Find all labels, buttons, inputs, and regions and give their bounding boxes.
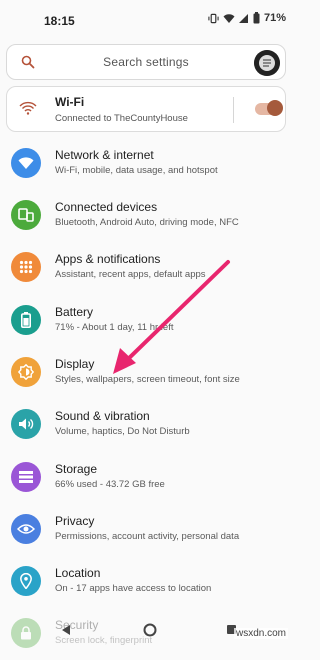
settings-item-title: Battery: [55, 305, 94, 319]
profile-picture-icon: [254, 50, 280, 76]
wifi-icon: [18, 156, 34, 169]
search-placeholder: Search settings: [103, 55, 189, 69]
volume-icon: [19, 418, 34, 430]
settings-item-title: Apps & notifications: [55, 252, 161, 266]
settings-item-battery[interactable]: Battery 71% - About 1 day, 11 hr left: [0, 295, 300, 347]
status-bar: 18:15 71%: [0, 0, 300, 40]
settings-item-subtitle: 66% used - 43.72 GB free: [55, 479, 165, 490]
wifi-toggle[interactable]: [255, 100, 283, 116]
location-icon-circle: [11, 566, 41, 596]
wifi-quick-card[interactable]: Wi-Fi Connected to TheCountyHouse: [6, 86, 286, 132]
settings-item-title: Storage: [55, 462, 98, 476]
settings-item-subtitle: Assistant, recent apps, default apps: [55, 269, 206, 280]
settings-item-title: Connected devices: [55, 200, 158, 214]
settings-item-title: Network & internet: [55, 148, 154, 162]
settings-item-location[interactable]: Location On - 17 apps have access to loc…: [0, 556, 300, 608]
settings-item-network[interactable]: Network & internet Wi-Fi, mobile, data u…: [0, 138, 300, 190]
back-icon[interactable]: [60, 624, 72, 636]
settings-item-display[interactable]: Display Styles, wallpapers, screen timeo…: [0, 347, 300, 399]
vibrate-icon: [208, 13, 219, 23]
status-time: 18:15: [44, 14, 75, 28]
settings-item-subtitle: Permissions, account activity, personal …: [55, 531, 240, 542]
watermark-text: wsxdn.com: [233, 628, 288, 639]
avatar[interactable]: [254, 50, 280, 76]
devices-icon: [18, 208, 34, 222]
apps-icon: [19, 260, 33, 274]
cell-signal-icon: [238, 13, 248, 23]
battery-icon: [21, 312, 31, 328]
home-icon[interactable]: [143, 623, 157, 637]
storage-icon: [19, 471, 33, 483]
wifi-subtitle: Connected to TheCountyHouse: [55, 113, 188, 124]
settings-item-subtitle: Styles, wallpapers, screen timeout, font…: [55, 374, 240, 385]
settings-item-title: Sound & vibration: [55, 409, 150, 423]
settings-item-subtitle: Bluetooth, Android Auto, driving mode, N…: [55, 217, 239, 228]
privacy-icon-circle: [11, 514, 41, 544]
brightness-icon: [18, 364, 34, 380]
settings-item-title: Display: [55, 357, 95, 371]
search-bar[interactable]: Search settings: [6, 44, 286, 80]
settings-item-title: Privacy: [55, 514, 95, 528]
settings-item-title: Location: [55, 566, 101, 580]
wifi-icon: [19, 101, 37, 115]
settings-item-apps[interactable]: Apps & notifications Assistant, recent a…: [0, 242, 300, 294]
sound-icon-circle: [11, 409, 41, 439]
settings-item-subtitle: On - 17 apps have access to location: [55, 583, 212, 594]
toggle-knob: [267, 100, 283, 116]
battery-icon-circle: [11, 305, 41, 335]
divider: [233, 97, 234, 123]
settings-item-sound[interactable]: Sound & vibration Volume, haptics, Do No…: [0, 399, 300, 451]
devices-icon-circle: [11, 200, 41, 230]
storage-icon-circle: [11, 462, 41, 492]
eye-icon: [17, 524, 35, 534]
wifi-signal-icon: [223, 13, 235, 23]
settings-item-subtitle: 71% - About 1 day, 11 hr left: [55, 322, 174, 333]
battery-status-icon: [253, 12, 260, 24]
status-icons: 71%: [208, 12, 286, 24]
settings-item-subtitle: Wi-Fi, mobile, data usage, and hotspot: [55, 165, 218, 176]
settings-item-privacy[interactable]: Privacy Permissions, account activity, p…: [0, 504, 300, 556]
battery-percent: 71%: [263, 12, 286, 24]
location-pin-icon: [20, 573, 32, 589]
wifi-title: Wi-Fi: [55, 95, 85, 109]
display-icon-circle: [11, 357, 41, 387]
network-icon-circle: [11, 148, 41, 178]
settings-item-connected-devices[interactable]: Connected devices Bluetooth, Android Aut…: [0, 190, 300, 242]
settings-item-storage[interactable]: Storage 66% used - 43.72 GB free: [0, 452, 300, 504]
apps-icon-circle: [11, 252, 41, 282]
settings-item-subtitle: Volume, haptics, Do Not Disturb: [55, 426, 190, 437]
